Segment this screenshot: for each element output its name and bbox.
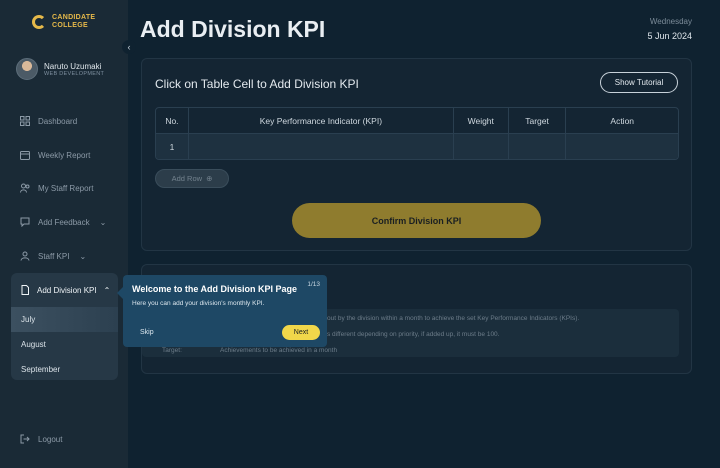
sidebar-item-add-division-kpi[interactable]: Add Division KPI ⌃ [11,273,118,307]
grid-icon [20,116,30,126]
plus-circle-icon: ⊕ [206,174,213,183]
add-row-button[interactable]: Add Row ⊕ [155,169,229,188]
table-cell-no: 1 [156,134,189,159]
logout-icon [20,434,30,444]
sidebar-item-label: My Staff Report [38,183,94,193]
users-icon [20,183,30,193]
submenu-item-august[interactable]: August [11,332,118,357]
sidebar-item-label: Add Division KPI [37,285,97,295]
table-cell-action[interactable] [566,134,678,159]
table-cell-kpi[interactable] [189,134,454,159]
sidebar-item-label: Staff KPI [38,251,70,261]
column-header: Action [610,115,635,126]
sidebar-item-staff-kpi[interactable]: Staff KPI ⌄ [20,248,86,264]
division-kpi-submenu: Add Division KPI ⌃ July August September [11,273,118,380]
card-title: Click on Table Cell to Add Division KPI [155,77,359,91]
logout-button[interactable]: Logout [20,434,62,444]
legend-line-weight: s different depending on priority, if ad… [327,331,500,338]
sidebar-item-add-feedback[interactable]: Add Feedback ⌄ [20,214,106,230]
next-button[interactable]: Next [282,325,320,340]
sidebar: CANDIDATE COLLEGE Naruto Uzumaki WEB DEV… [0,0,128,468]
tutorial-tooltip: Welcome to the Add Division KPI Page 1/1… [117,275,327,347]
sidebar-item-weekly-report[interactable]: Weekly Report [20,147,90,163]
add-row-label: Add Row [171,174,203,183]
tooltip-step-counter: 1/13 [307,281,320,288]
chevron-down-icon: ⌄ [99,217,107,227]
chevron-up-icon: ⌃ [103,285,111,295]
logo-icon [32,15,46,29]
legend-line-target: Achievements to be achieved in a month [220,347,338,354]
legend-line-kpi: out by the division within a month to ac… [327,315,580,322]
page-title: Add Division KPI [140,16,326,42]
user-icon [20,251,30,261]
sidebar-item-label: Dashboard [38,116,78,126]
show-tutorial-button[interactable]: Show Tutorial [600,72,678,93]
table-cell-weight[interactable] [454,134,509,159]
profile-role: WEB DEVELOPMENT [44,70,105,77]
column-header: No. [156,108,189,133]
tooltip-arrow [117,287,123,299]
tooltip-body: Here you can add your division's monthly… [132,300,265,307]
calendar-icon [20,151,30,160]
submenu-item-july[interactable]: July [11,307,118,332]
brand-line2: COLLEGE [52,22,88,29]
table-cell-target[interactable] [509,134,567,159]
column-header: Key Performance Indicator (KPI) [189,108,454,133]
date-full: 5 Jun 2024 [647,31,692,41]
column-header: Target [509,108,567,133]
sidebar-item-dashboard[interactable]: Dashboard [20,113,77,129]
logout-label: Logout [38,434,63,444]
legend-key-target: Target: [162,347,182,354]
skip-button[interactable]: Skip [140,329,154,336]
submenu-item-september[interactable]: September [11,357,118,380]
avatar [16,58,38,80]
sidebar-item-label: Weekly Report [38,150,91,160]
brand-line1: CANDIDATE [52,14,96,21]
chevron-down-icon: ⌄ [79,251,87,261]
date-day: Wednesday [649,17,692,26]
profile-name: Naruto Uzumaki [44,61,102,71]
table-row: 1 [156,134,678,159]
tooltip-title: Welcome to the Add Division KPI Page [132,284,298,294]
sidebar-item-my-staff-report[interactable]: My Staff Report [20,180,93,196]
kpi-card: Click on Table Cell to Add Division KPI … [141,58,692,251]
brand-logo[interactable]: CANDIDATE COLLEGE [32,14,95,30]
table-header: No. Key Performance Indicator (KPI) Weig… [156,108,678,134]
user-profile[interactable]: Naruto Uzumaki WEB DEVELOPMENT [16,58,104,80]
sidebar-item-label: Add Feedback [38,217,90,227]
confirm-division-kpi-button[interactable]: Confirm Division KPI [292,203,541,238]
column-header: Weight [454,108,509,133]
feedback-icon [20,217,30,227]
kpi-table: No. Key Performance Indicator (KPI) Weig… [155,107,679,160]
collapse-sidebar-button[interactable]: ‹ [122,40,136,54]
document-icon [21,285,29,295]
